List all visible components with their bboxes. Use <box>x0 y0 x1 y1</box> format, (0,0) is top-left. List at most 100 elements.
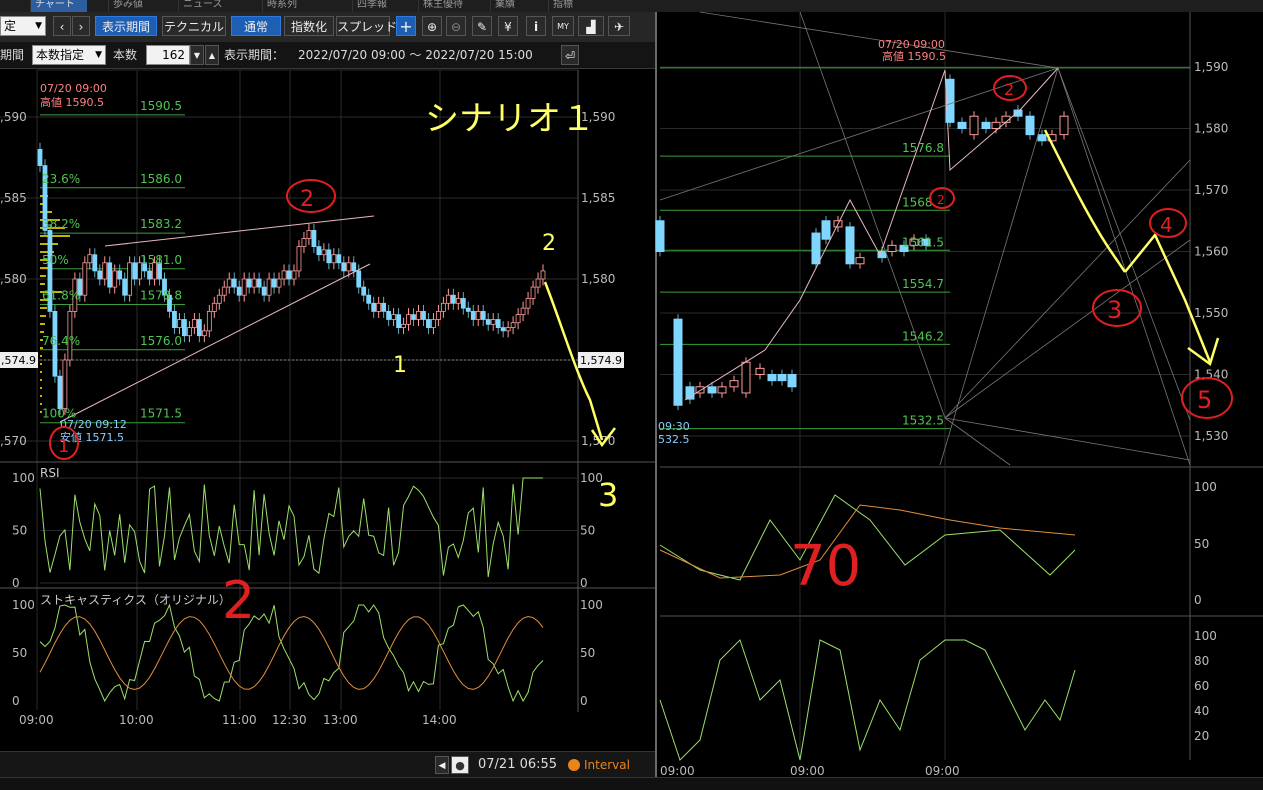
zoom-in-icon[interactable]: ⊕ <box>422 16 442 36</box>
status-bar: ◀ ● 07/21 06:55 Interval <box>0 751 655 778</box>
candle-body <box>845 226 855 265</box>
tab-chart[interactable]: チャート <box>30 0 87 12</box>
candle-body <box>707 386 717 394</box>
gann-line <box>699 11 1059 69</box>
tab-ticks[interactable]: 歩み値 <box>108 0 161 12</box>
candle-body <box>1013 109 1023 117</box>
candle-body <box>821 220 831 240</box>
enter-icon[interactable]: ⏎ <box>561 45 579 65</box>
candle-body <box>741 361 751 394</box>
right-rsi-axis-label: 100 <box>1194 480 1217 494</box>
gann-line <box>944 417 1011 466</box>
count-down-icon[interactable]: ▼ <box>190 45 204 65</box>
right-fib-label: 1561.5 <box>902 235 944 249</box>
prev-button[interactable]: ‹ <box>53 16 71 36</box>
candle-body <box>673 318 683 406</box>
candle-body <box>909 238 919 246</box>
right-stoch-axis-label: 100 <box>1194 629 1217 643</box>
bottom-timeline[interactable] <box>0 777 1263 790</box>
circled-annotation-label: 2 <box>1004 80 1014 99</box>
circled-annotation-label: 5 <box>1197 386 1212 414</box>
tab-yutai[interactable]: 株主優待 <box>418 0 485 12</box>
right-time-axis-label: 09:00 <box>660 764 695 778</box>
circled-annotation <box>993 75 1027 101</box>
range-value: 2022/07/20 09:00 ～ 2022/07/20 15:00 <box>298 48 533 62</box>
zoom-out-icon[interactable]: ⊖ <box>446 16 466 36</box>
right-stoch-axis-label: 40 <box>1194 704 1209 718</box>
gann-line <box>944 417 1191 461</box>
technical-button[interactable]: テクニカル <box>162 16 226 36</box>
gann-line <box>944 159 1191 419</box>
chart-toolbar: 定 ▼ ‹ › 表示期間 テクニカル 通常 指数化 スプレッド + ⊕ ⊖ ✎ ¥… <box>0 12 655 43</box>
period-mode-select[interactable]: 本数指定 ▼ <box>32 45 106 65</box>
circled-annotation-label: 2 <box>937 193 945 207</box>
right-stoch-line <box>659 639 1076 761</box>
add-icon[interactable]: + <box>396 16 416 36</box>
candle-body <box>1025 115 1035 136</box>
right-price-axis-label: 1,590 <box>1194 60 1228 74</box>
circled-annotation <box>1092 289 1142 327</box>
tab-shikiho[interactable]: 四季報 <box>352 0 405 12</box>
sound-icon[interactable]: ◀ <box>435 756 449 774</box>
candle-body <box>981 121 991 129</box>
gann-line <box>1057 67 1191 421</box>
gann-line <box>939 67 1059 466</box>
candle-body <box>1059 115 1069 136</box>
circled-annotation <box>1181 377 1233 419</box>
gann-line <box>659 67 1059 201</box>
right-stoch-axis-label: 80 <box>1194 654 1209 668</box>
tab-earnings[interactable]: 業績 <box>490 0 539 12</box>
right-rsi-avg-line <box>659 504 1076 579</box>
yen-icon[interactable]: ¥ <box>498 16 518 36</box>
period-select[interactable]: 定 ▼ <box>0 16 46 36</box>
info-icon[interactable]: i <box>526 16 546 36</box>
candle-body <box>685 386 695 400</box>
right-time-axis-label: 09:00 <box>790 764 825 778</box>
count-label: 本数 <box>113 48 138 62</box>
user-icon[interactable]: ● <box>451 756 469 774</box>
candle-body <box>957 121 967 129</box>
right-low-price: 532.5 <box>658 433 690 446</box>
right-rsi-line <box>659 494 1076 581</box>
next-button[interactable]: › <box>72 16 90 36</box>
right-fib-label: 1576.8 <box>902 141 944 155</box>
candle-body <box>887 244 897 253</box>
pen-icon[interactable]: ✎ <box>472 16 492 36</box>
wrench-icon[interactable]: ✈ <box>608 16 630 36</box>
count-up-icon[interactable]: ▲ <box>205 45 219 65</box>
annotation-arrow <box>1124 232 1212 363</box>
circled-annotation <box>929 187 955 209</box>
range-label: 表示期間： <box>224 48 285 62</box>
interval-label[interactable]: Interval <box>584 757 630 773</box>
tab-news[interactable]: ニュース <box>178 0 237 12</box>
interval-icon <box>568 759 580 771</box>
right-price-axis-label: 1,580 <box>1194 122 1228 136</box>
annotation-arrow <box>1043 129 1127 273</box>
right-fib-label: 1568. <box>902 195 936 209</box>
right-stoch-axis-label: 60 <box>1194 679 1209 693</box>
right-low-time: 09:30 <box>658 420 690 433</box>
candle-body <box>729 380 739 388</box>
right-high-label: 高値 1590.5 <box>882 49 946 63</box>
tab-indicators[interactable]: 指標 <box>548 0 597 12</box>
candle-body <box>991 121 1001 129</box>
rsi-70-annotation: 70 <box>790 534 861 599</box>
right-rsi-axis-label: 50 <box>1194 537 1209 551</box>
candle-body <box>787 374 797 388</box>
right-time-axis-label: 09:00 <box>925 764 960 778</box>
zigzag-line <box>684 67 1059 401</box>
display-period-button[interactable]: 表示期間 <box>95 16 157 36</box>
right-fib-label: 1532.5 <box>902 414 944 428</box>
index-button[interactable]: 指数化 <box>284 16 334 36</box>
volume-icon[interactable]: ▟ <box>578 16 604 36</box>
spread-button[interactable]: スプレッド <box>336 16 397 36</box>
candle-body <box>777 374 787 382</box>
tab-timeseries[interactable]: 時系列 <box>262 0 321 12</box>
status-datetime: 07/21 06:55 <box>478 757 558 772</box>
normal-button[interactable]: 通常 <box>231 16 281 36</box>
count-input[interactable]: 162 <box>146 45 190 65</box>
circled-annotation-label: 4 <box>1160 213 1173 237</box>
my-icon[interactable]: MY <box>552 16 574 36</box>
gann-line <box>799 11 946 419</box>
right-price-axis-label: 1,560 <box>1194 245 1228 259</box>
